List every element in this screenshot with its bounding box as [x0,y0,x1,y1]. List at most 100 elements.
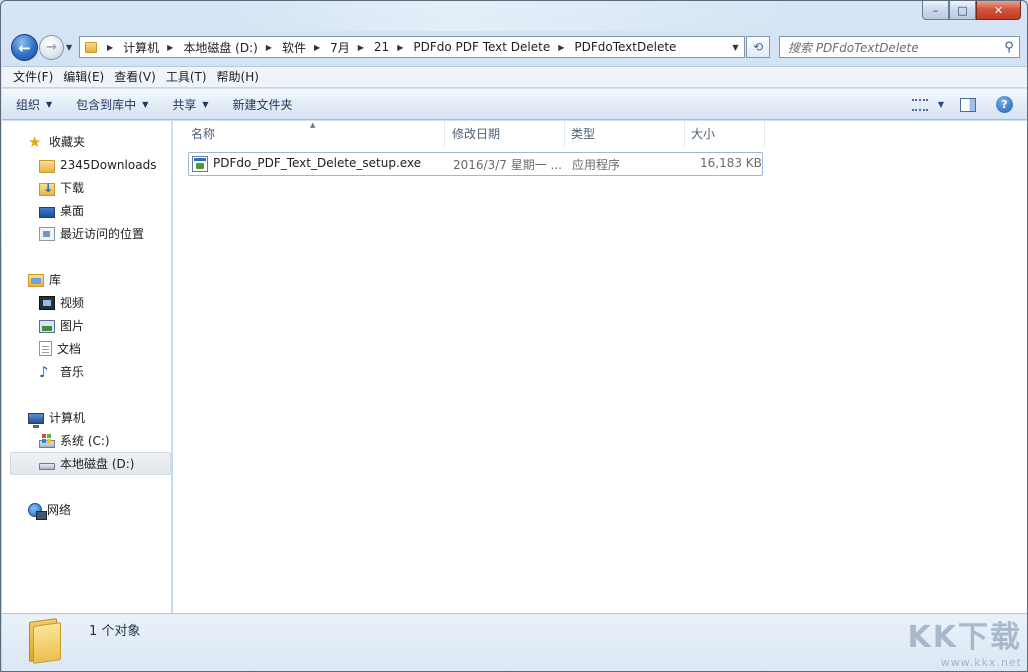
sidebar-favorites[interactable]: ★ 收藏夹 [28,130,85,153]
sidebar-item-label: 视频 [60,296,85,310]
folder-icon [85,41,97,53]
sidebar-network[interactable]: 网络 [28,498,71,521]
chevron-down-icon: ▼ [46,99,53,109]
column-header-type[interactable]: 类型 [565,121,685,146]
picture-icon [39,320,55,333]
column-header-size[interactable]: 大小 [685,121,765,146]
sidebar-computer[interactable]: 计算机 [28,406,85,429]
forward-button[interactable]: → [39,35,64,60]
sidebar-item-recent-places[interactable]: 最近访问的位置 [39,222,144,245]
desktop-icon [39,206,55,218]
chevron-down-icon: ▼ [937,100,944,109]
sidebar-item-label: 音乐 [60,365,85,379]
help-button[interactable]: ? [996,96,1013,113]
file-size: 16,183 KB [700,156,762,170]
include-in-library-button[interactable]: 包含到库中 ▼ [76,96,148,113]
breadcrumb-july[interactable]: 7月 ▶ [328,37,372,57]
sidebar-item-downloads[interactable]: 下载 [39,176,84,199]
command-bar-right: ▼ ? [911,89,1027,120]
installer-exe-icon [192,156,208,172]
address-dropdown-button[interactable]: ▼ [726,37,744,57]
sidebar-favorites-label: 收藏夹 [49,135,86,149]
new-folder-button[interactable]: 新建文件夹 [233,96,293,113]
sidebar-item-label: 下载 [60,181,85,195]
recent-pages-dropdown[interactable]: ▼ [66,43,72,52]
details-pane: 1 个对象 KK下载 www.kkx.net [2,613,1027,671]
refresh-button[interactable]: ⟲ [746,36,770,58]
menu-tools[interactable]: 工具(T) [161,67,212,87]
breadcrumb-drive-d[interactable]: 本地磁盘 (D:) ▶ [181,37,280,57]
sidebar-network-label: 网络 [47,503,72,517]
preview-pane-button[interactable] [960,97,976,112]
back-button[interactable]: ← [11,34,38,61]
system-drive-icon [39,434,55,448]
address-bar[interactable]: ▶ 计算机 ▶ 本地磁盘 (D:) ▶ 软件 ▶ 7月 ▶ 21 ▶ PDFdo PDF … [79,36,745,58]
video-icon [39,295,55,310]
music-note-icon: ♪ [39,362,49,381]
file-row[interactable]: PDFdo_PDF_Text_Delete_setup.exe 2016/3/7… [188,152,763,176]
breadcrumb-root-arrow[interactable]: ▶ [97,37,121,57]
sidebar-item-label: 文档 [57,342,82,356]
maximize-button[interactable]: □ [949,1,976,20]
command-bar: 组织 ▼ 包含到库中 ▼ 共享 ▼ 新建文件夹 ▼ ? [2,89,1027,120]
sidebar-computer-label: 计算机 [49,411,86,425]
caption-buttons: – □ ✕ [922,1,1021,20]
menu-view[interactable]: 查看(V) [109,67,161,87]
sidebar-item-music[interactable]: ♪ 音乐 [39,360,84,383]
file-name: PDFdo_PDF_Text_Delete_setup.exe [213,156,422,170]
chevron-down-icon: ▼ [202,99,209,109]
menu-help[interactable]: 帮助(H) [212,67,264,87]
sidebar-item-label: 2345Downloads [60,157,157,172]
star-icon: ★ [28,132,42,151]
sidebar-item-documents[interactable]: 文档 [39,337,81,360]
menu-file[interactable]: 文件(F) [8,67,58,87]
sidebar-item-local-disk-d[interactable]: 本地磁盘 (D:) [10,452,171,475]
navigation-pane: ★ 收藏夹 2345Downloads 下载 桌面 最近访问的位置 库 视频 [2,121,172,613]
sidebar-item-label: 最近访问的位置 [60,227,145,241]
sidebar-item-label: 图片 [60,319,85,333]
organize-button[interactable]: 组织 ▼ [16,96,52,113]
details-view-icon [911,98,928,111]
folder-icon [39,159,55,173]
explorer-window: – □ ✕ ← → ▼ ▶ 计算机 ▶ 本地磁盘 (D:) ▶ 软件 ▶ 7月 ▶ 21… [0,0,1028,672]
item-count: 1 个对象 [89,624,141,639]
watermark-logo: KK下载 www.kkx.net [907,620,1022,669]
chevron-down-icon: ▼ [142,99,149,109]
hard-drive-icon [39,463,55,470]
sidebar-item-label: 本地磁盘 (D:) [60,457,135,471]
breadcrumb-pdfdo-pdf-text-delete[interactable]: PDFdo PDF Text Delete ▶ [411,37,572,57]
sidebar-libraries-label: 库 [49,273,62,287]
column-header-modified[interactable]: 修改日期 [446,121,565,146]
computer-icon [28,413,44,428]
breadcrumb-software[interactable]: 软件 ▶ [280,37,328,57]
breadcrumb-pdfdotextdelete[interactable]: PDFdoTextDelete [572,37,678,57]
network-icon [28,502,47,520]
column-header-name[interactable]: 名称 [185,121,445,146]
sidebar-item-videos[interactable]: 视频 [39,291,84,314]
breadcrumb-21[interactable]: 21 ▶ [372,37,411,57]
minimize-button[interactable]: – [922,1,949,20]
change-view-button[interactable]: ▼ [911,98,944,111]
search-icon[interactable]: ⚲ [999,40,1019,55]
menu-bar: 文件(F) 编辑(E) 查看(V) 工具(T) 帮助(H) [2,66,1027,88]
folder-icon [29,618,65,664]
sidebar-item-label: 桌面 [60,204,85,218]
recent-places-icon [39,226,55,241]
sidebar-item-label: 系统 (C:) [60,434,110,448]
sidebar-item-system-c[interactable]: 系统 (C:) [39,429,110,452]
file-list-pane: ▲ 名称 修改日期 类型 大小 PDFdo_PDF_Text_Delete_se… [173,121,1027,613]
file-modified: 2016/3/7 星期一 ... [453,158,562,172]
sidebar-item-2345downloads[interactable]: 2345Downloads [39,153,156,176]
sidebar-libraries[interactable]: 库 [28,268,61,291]
sidebar-item-desktop[interactable]: 桌面 [39,199,84,222]
sidebar-item-pictures[interactable]: 图片 [39,314,84,337]
close-button[interactable]: ✕ [976,1,1021,20]
share-button[interactable]: 共享 ▼ [172,96,208,113]
menu-edit[interactable]: 编辑(E) [58,67,109,87]
refresh-icon: ⟲ [752,40,764,54]
search-input[interactable]: 搜索 PDFdoTextDelete [780,39,999,56]
navigation-row: ← → ▼ ▶ 计算机 ▶ 本地磁盘 (D:) ▶ 软件 ▶ 7月 ▶ 21 ▶ PDFd… [1,31,1027,63]
file-type: 应用程序 [572,158,621,172]
search-box[interactable]: 搜索 PDFdoTextDelete ⚲ [779,36,1020,58]
breadcrumb-computer[interactable]: 计算机 ▶ [121,37,181,57]
